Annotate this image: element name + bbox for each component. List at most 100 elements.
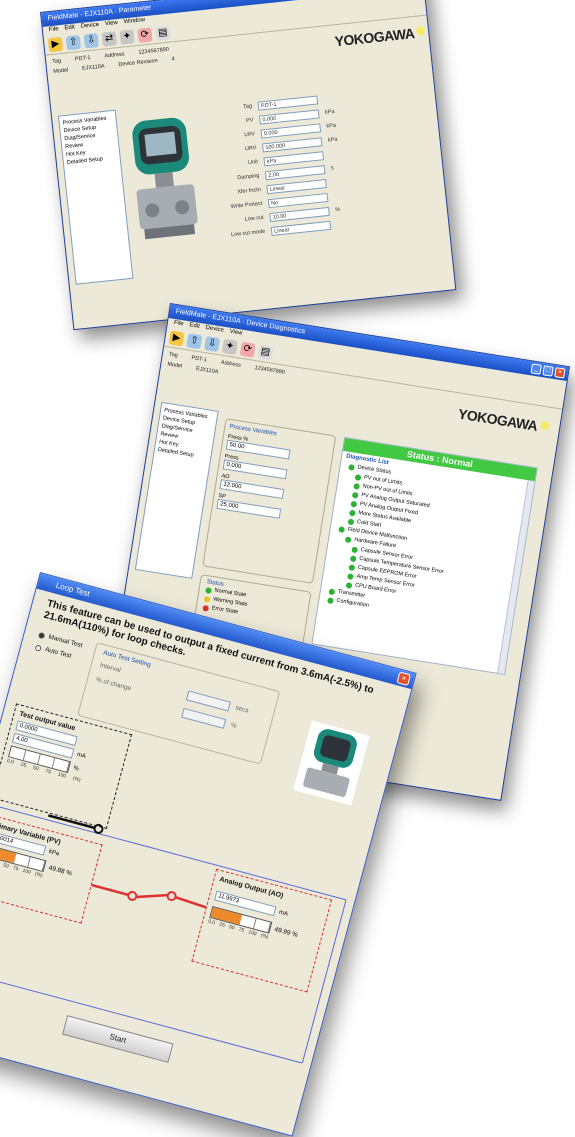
menu-file[interactable]: File — [173, 319, 184, 329]
error-state-icon — [202, 604, 210, 612]
field-unit: kPa — [326, 122, 337, 130]
menu-view[interactable]: View — [105, 19, 119, 29]
tick-label: 50 — [228, 924, 236, 932]
pv-group: Process Variables Press % 50.00 Press 0.… — [202, 418, 337, 584]
test-pct-unit: % — [72, 765, 80, 773]
radio-selected-icon — [38, 631, 46, 639]
tick-label: 75 — [237, 926, 245, 934]
loop-test-dialog: Loop Test × This feature can be used to … — [0, 572, 417, 1137]
upload-icon[interactable]: ⇧ — [186, 332, 203, 349]
field-label: Low cut mode — [230, 228, 266, 239]
status-ok-icon — [354, 473, 362, 481]
print-icon[interactable]: ▤ — [155, 25, 171, 41]
close-button[interactable]: × — [396, 671, 412, 687]
refresh-icon[interactable]: ⟳ — [239, 341, 256, 358]
upload-icon[interactable]: ⇧ — [65, 34, 82, 50]
menu-edit[interactable]: Edit — [189, 321, 201, 332]
field-unit — [334, 195, 350, 197]
status-ok-icon — [328, 587, 336, 595]
field-label: Tag — [242, 103, 253, 111]
field-unit: s — [330, 165, 334, 172]
ao-percent: 49.99 % — [273, 925, 299, 939]
pv-percent: 49.88 % — [47, 863, 73, 877]
status-ok-icon — [353, 482, 361, 490]
field-unit — [324, 97, 340, 99]
tag-value: PDT-1 — [74, 54, 91, 63]
tick-label: (%) — [34, 871, 44, 879]
model-label: Model — [166, 361, 183, 370]
field-label: URV — [244, 145, 257, 153]
menu-device[interactable]: Device — [80, 21, 99, 32]
tick-label: 100 — [56, 771, 67, 780]
test-mode-group: Manual Test Auto Test — [34, 631, 83, 662]
model-label: Model — [53, 67, 69, 75]
status-ok-icon — [348, 563, 356, 571]
tick-label: 0.0 — [6, 757, 15, 766]
field-label: Xfer fnctn — [237, 186, 262, 196]
diagnostic-list: Device Status PV out of Limits Non-PV ou… — [319, 461, 533, 634]
change-unit: % — [229, 721, 238, 730]
field-unit: kPa — [327, 136, 338, 144]
tick-label: (%) — [259, 932, 269, 941]
download-icon[interactable]: ⇩ — [83, 32, 99, 48]
compare-icon[interactable]: ⇄ — [101, 30, 117, 47]
field-label: Low cut — [244, 214, 265, 223]
parameter-window: FieldMate - EJX110A · Parameter _ □ × Fi… — [40, 0, 457, 331]
tick-label: (%) — [72, 775, 82, 784]
model-value: EJX110A — [81, 63, 105, 72]
warning-state-icon — [203, 595, 211, 603]
test-ma-unit: mA — [76, 751, 87, 761]
tick-label: 75 — [12, 865, 19, 873]
field-label: PV — [245, 117, 254, 125]
minimize-button[interactable]: _ — [530, 363, 542, 375]
status-ok-icon — [345, 581, 353, 589]
tick-label: 75 — [44, 768, 52, 776]
open-icon[interactable]: ▶ — [47, 36, 64, 52]
tools-icon[interactable]: ✦ — [119, 28, 135, 45]
menu-file[interactable]: File — [49, 25, 60, 35]
tick-label: 50 — [2, 862, 10, 870]
status-ok-icon — [327, 596, 334, 604]
field-label: LRV — [244, 131, 256, 139]
field-unit: kPa — [324, 108, 335, 116]
print-icon[interactable]: ▤ — [257, 344, 274, 361]
menu-edit[interactable]: Edit — [64, 23, 75, 33]
tick-label: 50 — [32, 764, 40, 773]
status-ok-icon — [348, 463, 356, 471]
field-label: Damping — [237, 172, 260, 182]
tools-icon[interactable]: ✦ — [221, 338, 238, 355]
download-icon[interactable]: ⇩ — [204, 335, 221, 352]
tick-label: 100 — [247, 929, 258, 938]
status-ok-icon — [350, 500, 358, 508]
field-unit — [337, 222, 353, 224]
tick-label: 25 — [218, 921, 226, 929]
device-tree: Process Variables Device Setup Diag/Serv… — [57, 109, 134, 285]
status-ok-icon — [349, 554, 357, 562]
field-select[interactable]: Linear — [270, 220, 332, 236]
close-button[interactable]: × — [554, 367, 566, 379]
model-value: EJX110A — [195, 365, 219, 376]
status-ok-icon — [349, 509, 356, 517]
field-label: Unit — [247, 159, 259, 167]
maximize-button[interactable]: □ — [542, 365, 554, 377]
ao-unit: mA — [278, 909, 289, 918]
status-ok-icon — [351, 491, 359, 499]
transmitter-image — [293, 720, 370, 806]
field-unit — [332, 181, 348, 183]
field-unit — [329, 153, 345, 155]
field-unit: % — [335, 206, 341, 214]
tag-label: Tag — [168, 351, 179, 359]
diagnostic-panel: Status : Normal Diagnostic List Device S… — [311, 436, 538, 675]
status-ok-icon — [347, 518, 355, 525]
tag-value: PDT-1 — [191, 355, 208, 364]
tick-label: 100 — [21, 867, 32, 876]
open-icon[interactable]: ▶ — [168, 329, 185, 346]
revision-label: Device Revision — [118, 57, 159, 69]
field-label: Write Protect — [230, 200, 263, 211]
tick-label: 0.0 — [207, 918, 216, 927]
status-ok-icon — [344, 535, 352, 543]
tick-label: 25 — [19, 761, 27, 769]
pv-unit: kPa — [48, 848, 60, 858]
refresh-icon[interactable]: ⟳ — [137, 26, 153, 43]
radio-label: Auto Test — [44, 646, 73, 660]
